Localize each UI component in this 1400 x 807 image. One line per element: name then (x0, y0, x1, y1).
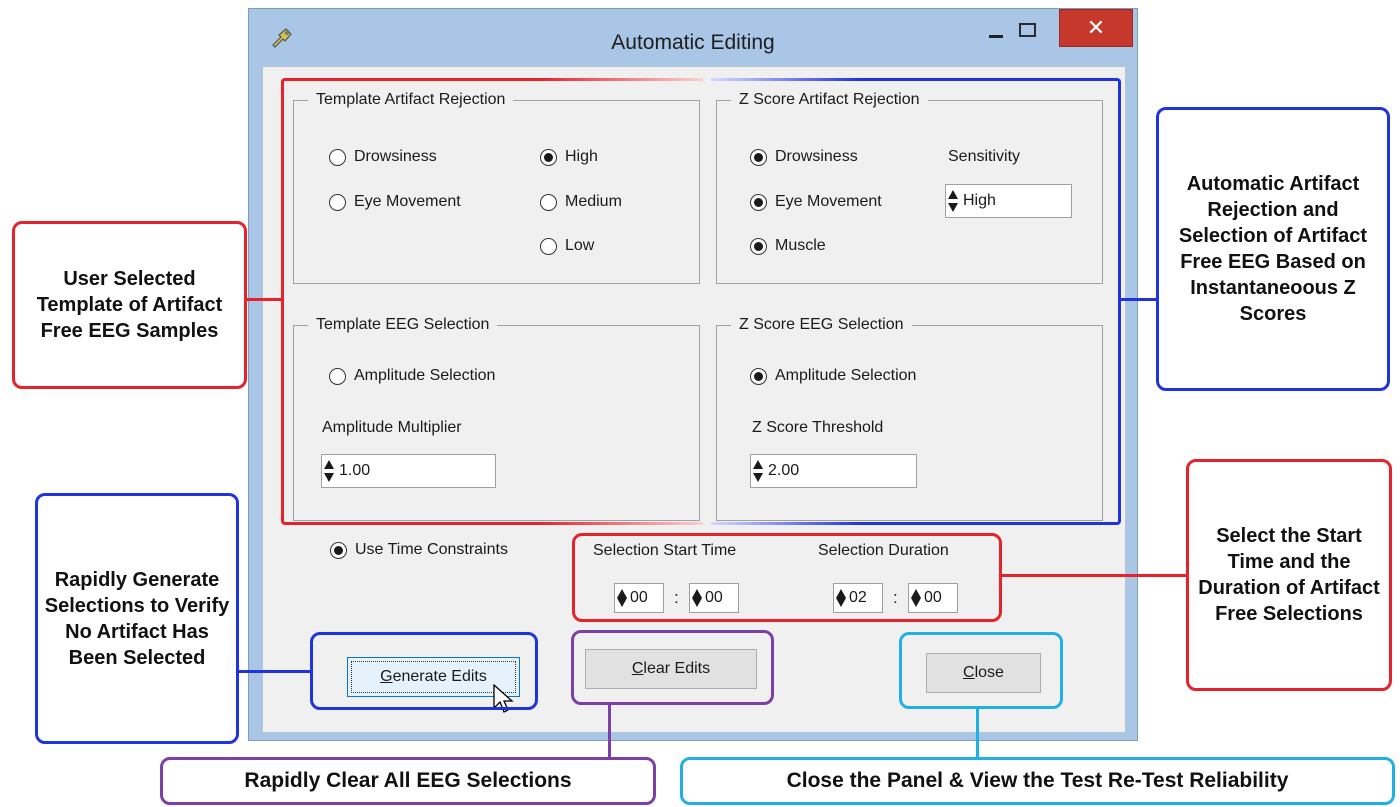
connector-user-template (246, 298, 282, 301)
radio-label: Use Time Constraints (355, 541, 508, 558)
maximize-icon[interactable] (1019, 23, 1036, 37)
callout-automatic-artifact-rejection: Automatic Artifact Rejection and Selecti… (1156, 107, 1390, 391)
connector-close-panel (976, 708, 979, 760)
zscore-frame-fade-bottom (711, 522, 861, 525)
radio-indicator (330, 541, 347, 559)
close-highlight-frame (899, 632, 1063, 709)
template-frame-fade-bottom (540, 522, 703, 525)
clear-highlight-frame (571, 630, 774, 705)
callout-user-selected-template: User Selected Template of Artifact Free … (12, 221, 247, 389)
callout-close-panel: Close the Panel & View the Test Re-Test … (680, 757, 1395, 805)
zscore-frame-fade-top (711, 78, 861, 81)
minimize-icon[interactable] (989, 35, 1003, 38)
callout-rapidly-generate: Rapidly Generate Selections to Verify No… (35, 493, 239, 744)
connector-rapid-generate (238, 670, 312, 673)
time-highlight-frame (572, 533, 1002, 622)
template-highlight-frame (281, 78, 703, 525)
window-title: Automatic Editing (611, 31, 775, 54)
template-frame-fade-top (540, 78, 703, 81)
connector-automatic (1120, 298, 1158, 301)
callout-rapidly-clear: Rapidly Clear All EEG Selections (160, 757, 656, 805)
radio-use-time-constraints[interactable]: Use Time Constraints (330, 541, 508, 559)
callout-select-start-time: Select the Start Time and the Duration o… (1186, 459, 1392, 691)
connector-start-time (1001, 574, 1189, 577)
title-bar[interactable]: Automatic Editing ✕ (249, 9, 1137, 57)
close-icon[interactable]: ✕ (1059, 9, 1133, 47)
connector-clear-all (608, 704, 611, 760)
zscore-highlight-frame (711, 78, 1121, 525)
generate-highlight-frame (310, 632, 538, 710)
